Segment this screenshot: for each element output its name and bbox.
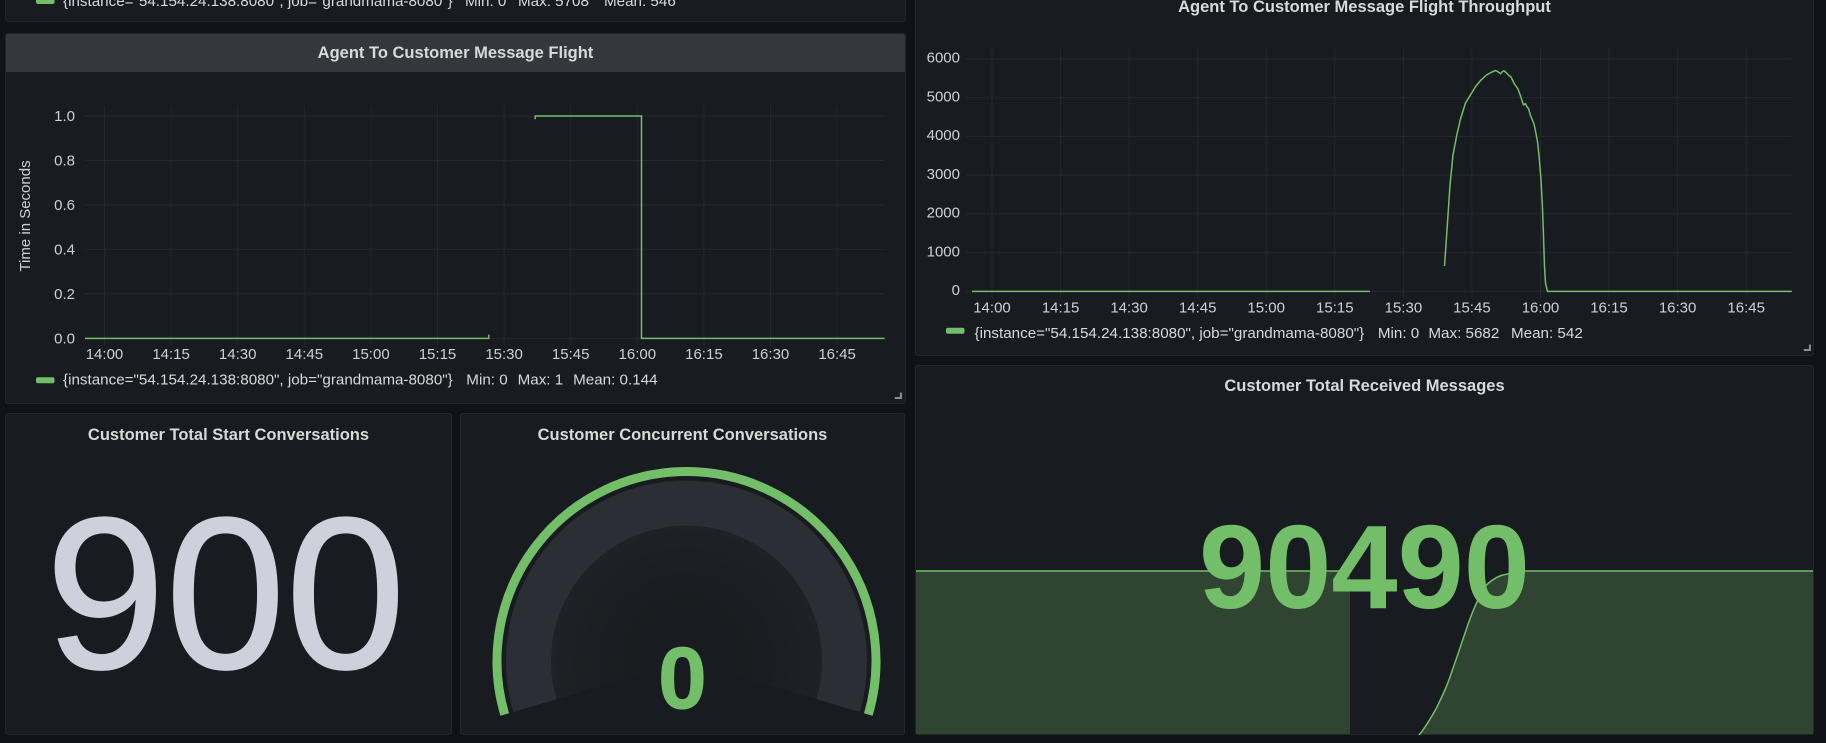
svg-text:16:30: 16:30 <box>1659 300 1697 317</box>
svg-text:15:45: 15:45 <box>552 346 590 363</box>
svg-text:16:15: 16:15 <box>1590 300 1628 317</box>
svg-text:15:15: 15:15 <box>1316 300 1354 317</box>
svg-text:15:30: 15:30 <box>1385 300 1423 317</box>
svg-text:16:45: 16:45 <box>818 346 856 363</box>
svg-text:0.0: 0.0 <box>54 330 75 347</box>
svg-text:Min: 0: Min: 0 <box>466 372 507 389</box>
svg-text:{instance="54.154.24.138:8080": {instance="54.154.24.138:8080", job="gra… <box>63 372 453 389</box>
svg-text:15:30: 15:30 <box>485 346 523 363</box>
svg-text:Min: 0: Min: 0 <box>1378 325 1419 342</box>
svg-text:6000: 6000 <box>927 50 960 67</box>
svg-text:0.8: 0.8 <box>54 153 75 170</box>
svg-text:16:45: 16:45 <box>1727 300 1765 317</box>
svg-text:16:30: 16:30 <box>752 346 790 363</box>
svg-text:4000: 4000 <box>927 127 960 144</box>
svg-text:Min: 0: Min: 0 <box>465 0 506 10</box>
svg-text:3000: 3000 <box>927 166 960 183</box>
svg-text:0.6: 0.6 <box>54 197 75 214</box>
svg-text:1.0: 1.0 <box>54 108 75 125</box>
svg-text:Mean: 0.144: Mean: 0.144 <box>573 372 657 389</box>
svg-text:15:00: 15:00 <box>1247 300 1285 317</box>
svg-text:14:45: 14:45 <box>286 346 324 363</box>
svg-text:14:15: 14:15 <box>152 346 190 363</box>
svg-text:5000: 5000 <box>927 88 960 105</box>
svg-text:16:15: 16:15 <box>685 346 723 363</box>
svg-text:{instance="54.154.24.138:8080": {instance="54.154.24.138:8080", job="gra… <box>63 0 453 10</box>
svg-text:0: 0 <box>952 282 960 299</box>
svg-text:2000: 2000 <box>927 205 960 222</box>
svg-text:14:30: 14:30 <box>219 346 257 363</box>
svg-text:15:00: 15:00 <box>352 346 390 363</box>
svg-text:Mean: 546: Mean: 546 <box>604 0 676 10</box>
svg-text:14:45: 14:45 <box>1179 300 1217 317</box>
svg-text:0.4: 0.4 <box>54 241 75 258</box>
svg-text:Max: 1: Max: 1 <box>518 372 564 389</box>
svg-text:14:15: 14:15 <box>1042 300 1080 317</box>
svg-text:Max: 5682: Max: 5682 <box>1428 325 1499 342</box>
svg-text:14:00: 14:00 <box>86 346 124 363</box>
svg-text:15:45: 15:45 <box>1453 300 1491 317</box>
svg-text:0.2: 0.2 <box>54 286 75 303</box>
svg-text:{instance="54.154.24.138:8080": {instance="54.154.24.138:8080", job="gra… <box>975 325 1365 342</box>
svg-text:1000: 1000 <box>927 243 960 260</box>
svg-text:14:30: 14:30 <box>1110 300 1148 317</box>
svg-text:Mean: 542: Mean: 542 <box>1511 325 1583 342</box>
svg-text:16:00: 16:00 <box>1522 300 1560 317</box>
svg-text:16:00: 16:00 <box>619 346 657 363</box>
svg-text:Max: 5708: Max: 5708 <box>518 0 589 10</box>
svg-text:14:00: 14:00 <box>973 300 1011 317</box>
svg-text:Time in Seconds: Time in Seconds <box>17 160 34 271</box>
svg-text:15:15: 15:15 <box>419 346 457 363</box>
